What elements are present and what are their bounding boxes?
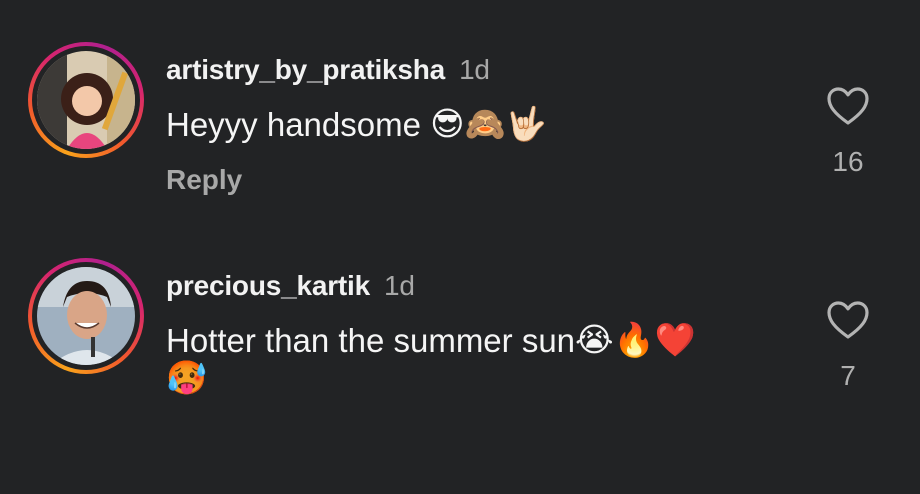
- comment-text: Hotter than the summer sun😭🔥❤️: [166, 320, 696, 364]
- comment-text-body: Hotter than the summer sun: [166, 322, 576, 359]
- love-you-gesture-emoji-icon: 🤟🏻: [505, 105, 547, 143]
- red-heart-emoji-icon: ❤️: [654, 321, 696, 359]
- heart-outline-icon[interactable]: [826, 300, 870, 340]
- fire-emoji-icon: 🔥: [613, 321, 655, 359]
- reply-button[interactable]: Reply: [166, 164, 242, 196]
- see-no-evil-monkey-emoji-icon: 🙈: [464, 105, 506, 143]
- comment-username[interactable]: artistry_by_pratiksha: [166, 54, 445, 85]
- comment-time: 1d: [459, 54, 490, 85]
- comment-text-body: Heyyy handsome: [166, 106, 421, 143]
- comment-text: Heyyy handsome 😎🙈🤟🏻: [166, 104, 547, 148]
- hot-face-emoji-icon: 🥵: [166, 359, 208, 397]
- like-count: 16: [832, 146, 864, 177]
- comment-username[interactable]: precious_kartik: [166, 270, 370, 301]
- avatar-story-ring[interactable]: [28, 42, 144, 158]
- avatar[interactable]: [37, 51, 135, 149]
- sunglasses-emoji-icon: 😎: [430, 105, 465, 143]
- comment-time: 1d: [384, 270, 415, 301]
- avatar[interactable]: [37, 267, 135, 365]
- like-count: 7: [840, 360, 856, 391]
- heart-outline-icon[interactable]: [826, 86, 870, 126]
- avatar-story-ring[interactable]: [28, 258, 144, 374]
- comment-text-line2: 🥵: [166, 358, 207, 402]
- loudly-crying-emoji-icon: 😭: [575, 321, 614, 359]
